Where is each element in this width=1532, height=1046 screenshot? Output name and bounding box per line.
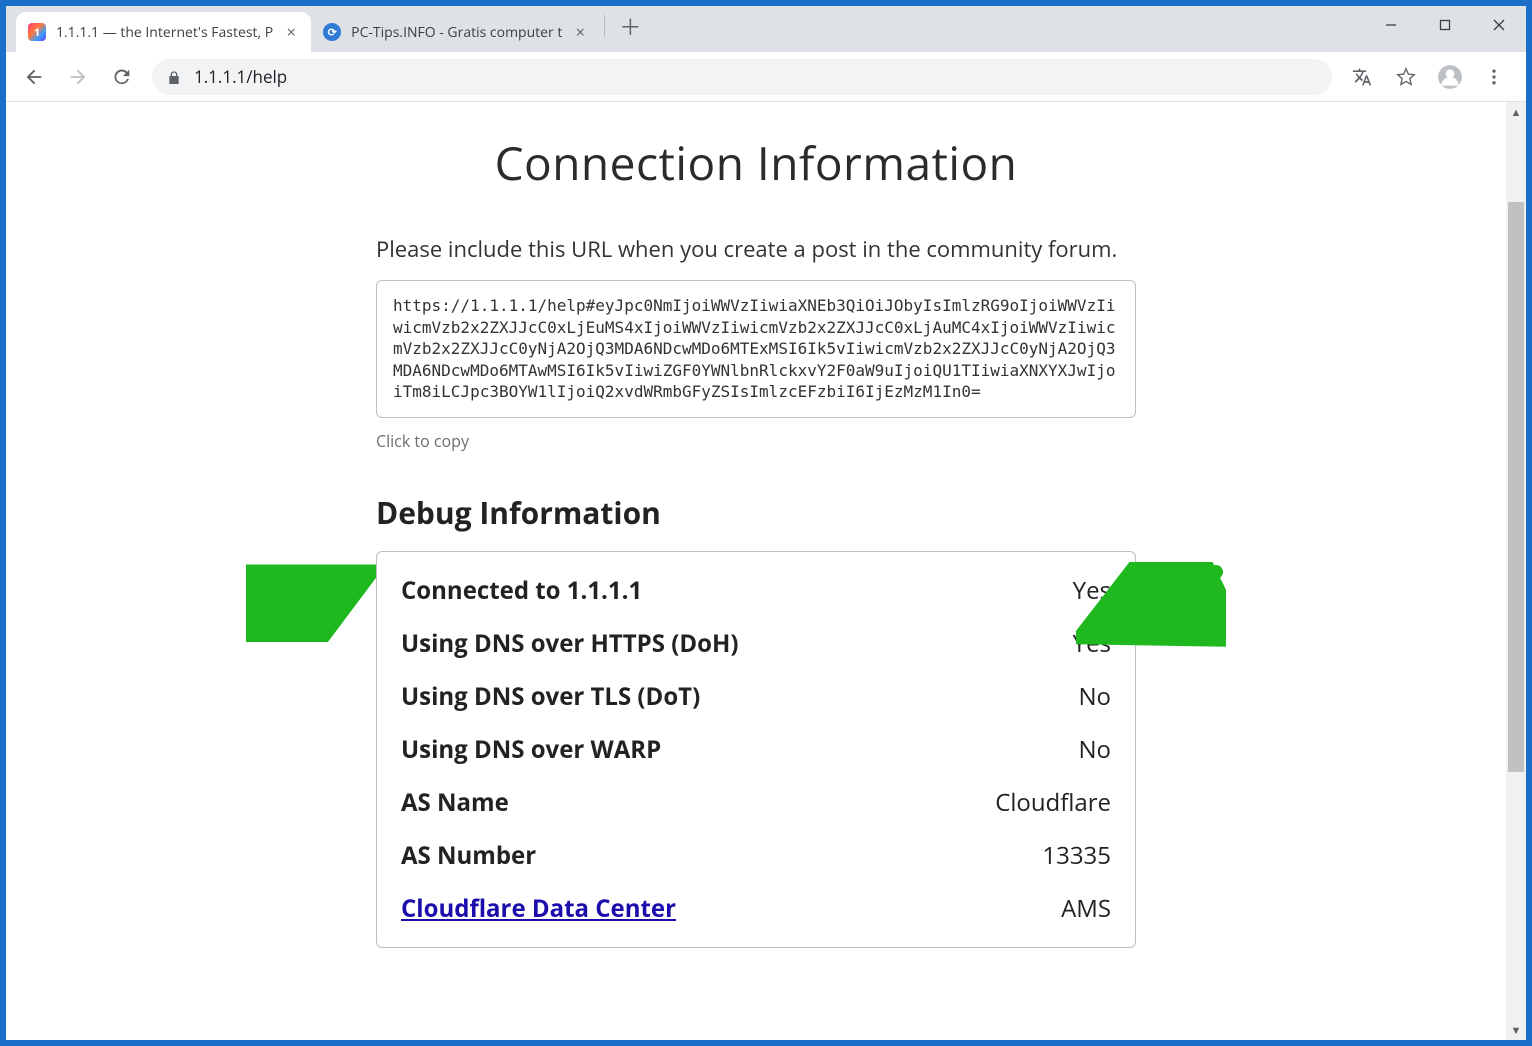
click-to-copy-hint: Click to copy bbox=[376, 430, 1136, 452]
page-content: Connection Information Please include th… bbox=[376, 132, 1136, 948]
debug-row-label: Using DNS over TLS (DoT) bbox=[401, 680, 700, 713]
translate-icon bbox=[1352, 67, 1372, 87]
kebab-menu-icon bbox=[1484, 67, 1504, 87]
debug-row-link-label[interactable]: Cloudflare Data Center bbox=[401, 892, 676, 925]
translate-button[interactable] bbox=[1342, 57, 1382, 97]
new-tab-button[interactable]: ＋ bbox=[615, 11, 645, 41]
page-title: Connection Information bbox=[376, 132, 1136, 194]
close-tab-icon[interactable]: × bbox=[283, 24, 299, 40]
tab-strip: 1 1.1.1.1 — the Internet's Fastest, P × … bbox=[6, 6, 1526, 52]
debug-row-label: AS Number bbox=[401, 839, 536, 872]
reload-button[interactable] bbox=[102, 57, 142, 97]
minimize-button[interactable] bbox=[1364, 6, 1418, 44]
debug-row-value: Yes bbox=[1073, 574, 1111, 607]
maximize-button[interactable] bbox=[1418, 6, 1472, 44]
reload-icon bbox=[111, 66, 133, 88]
debug-row: Cloudflare Data Center AMS bbox=[377, 882, 1135, 935]
debug-row-label: Connected to 1.1.1.1 bbox=[401, 574, 642, 607]
toolbar: 1.1.1.1/help bbox=[6, 52, 1526, 102]
back-button[interactable] bbox=[14, 57, 54, 97]
debug-row: Using DNS over HTTPS (DoH) Yes bbox=[377, 617, 1135, 670]
debug-row-value: Yes bbox=[1073, 627, 1111, 660]
debug-row-value: No bbox=[1078, 733, 1111, 766]
instruction-text: Please include this URL when you create … bbox=[376, 234, 1136, 264]
toolbar-right-icons bbox=[1342, 57, 1514, 97]
tab-title: 1.1.1.1 — the Internet's Fastest, P bbox=[56, 23, 273, 42]
bookmark-button[interactable] bbox=[1386, 57, 1426, 97]
favicon-pctips-icon: ⟳ bbox=[323, 23, 341, 41]
window-controls bbox=[1364, 6, 1526, 44]
debug-row: Using DNS over TLS (DoT) No bbox=[377, 670, 1135, 723]
debug-row: AS Name Cloudflare bbox=[377, 776, 1135, 829]
url-text: 1.1.1.1/help bbox=[194, 65, 287, 88]
debug-table: Connected to 1.1.1.1YesUsing DNS over HT… bbox=[376, 551, 1136, 948]
page-body: Connection Information Please include th… bbox=[6, 102, 1506, 1040]
debug-row: AS Number 13335 bbox=[377, 829, 1135, 882]
debug-row-value: AMS bbox=[1061, 892, 1111, 925]
debug-row-label: Using DNS over WARP bbox=[401, 733, 661, 766]
debug-row-value: 13335 bbox=[1042, 839, 1111, 872]
forward-button[interactable] bbox=[58, 57, 98, 97]
close-window-button[interactable] bbox=[1472, 6, 1526, 44]
profile-icon bbox=[1437, 64, 1463, 90]
debug-row-value: No bbox=[1078, 680, 1111, 713]
favicon-1111-icon: 1 bbox=[28, 23, 46, 41]
share-url-box[interactable]: https://1.1.1.1/help#eyJpc0NmIjoiWWVzIiw… bbox=[376, 280, 1136, 418]
vertical-scrollbar[interactable]: ▲ ▼ bbox=[1506, 102, 1526, 1040]
star-icon bbox=[1396, 67, 1416, 87]
scroll-up-button[interactable]: ▲ bbox=[1506, 102, 1526, 122]
scroll-down-button[interactable]: ▼ bbox=[1506, 1020, 1526, 1040]
tab-inactive[interactable]: ⟳ PC-Tips.INFO - Gratis computer t × bbox=[311, 12, 600, 52]
debug-row-label: Using DNS over HTTPS (DoH) bbox=[401, 627, 738, 660]
scroll-thumb[interactable] bbox=[1508, 202, 1524, 772]
tab-divider bbox=[604, 15, 605, 37]
debug-row-value: Cloudflare bbox=[995, 786, 1111, 819]
address-bar[interactable]: 1.1.1.1/help bbox=[152, 59, 1332, 95]
lock-icon bbox=[166, 69, 182, 85]
tab-active[interactable]: 1 1.1.1.1 — the Internet's Fastest, P × bbox=[16, 12, 311, 52]
profile-button[interactable] bbox=[1430, 57, 1470, 97]
arrow-left-icon bbox=[23, 66, 45, 88]
debug-row-label: AS Name bbox=[401, 786, 509, 819]
debug-heading: Debug Information bbox=[376, 492, 1136, 533]
window-frame: 1 1.1.1.1 — the Internet's Fastest, P × … bbox=[0, 0, 1532, 1046]
viewport: Connection Information Please include th… bbox=[6, 102, 1526, 1040]
annotation-arrow-left bbox=[246, 562, 376, 642]
tab-title: PC-Tips.INFO - Gratis computer t bbox=[351, 23, 562, 42]
close-tab-icon[interactable]: × bbox=[572, 24, 588, 40]
debug-row: Using DNS over WARP No bbox=[377, 723, 1135, 776]
menu-button[interactable] bbox=[1474, 57, 1514, 97]
arrow-right-icon bbox=[67, 66, 89, 88]
debug-row: Connected to 1.1.1.1 Yes bbox=[377, 564, 1135, 617]
chrome-window: 1 1.1.1.1 — the Internet's Fastest, P × … bbox=[6, 6, 1526, 1040]
